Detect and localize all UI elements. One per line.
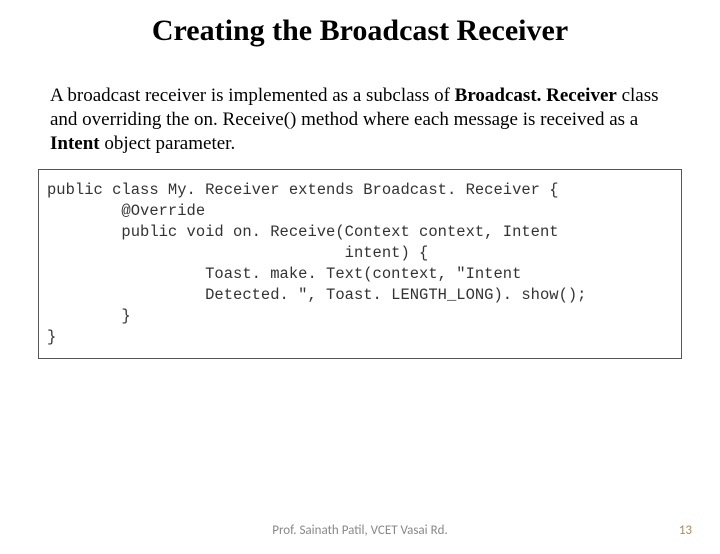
para-bold-2: Intent (50, 133, 100, 154)
footer-credit: Prof. Sainath Patil, VCET Vasai Rd. (0, 523, 720, 538)
footer-page-number: 13 (679, 523, 692, 538)
para-text-3: object parameter. (100, 133, 236, 154)
slide-title: Creating the Broadcast Receiver (0, 14, 720, 48)
para-bold-1: Broadcast. Receiver (455, 85, 617, 106)
para-text-1: A broadcast receiver is implemented as a… (50, 85, 455, 106)
code-block: public class My. Receiver extends Broadc… (38, 169, 682, 358)
body-paragraph: A broadcast receiver is implemented as a… (50, 84, 670, 155)
